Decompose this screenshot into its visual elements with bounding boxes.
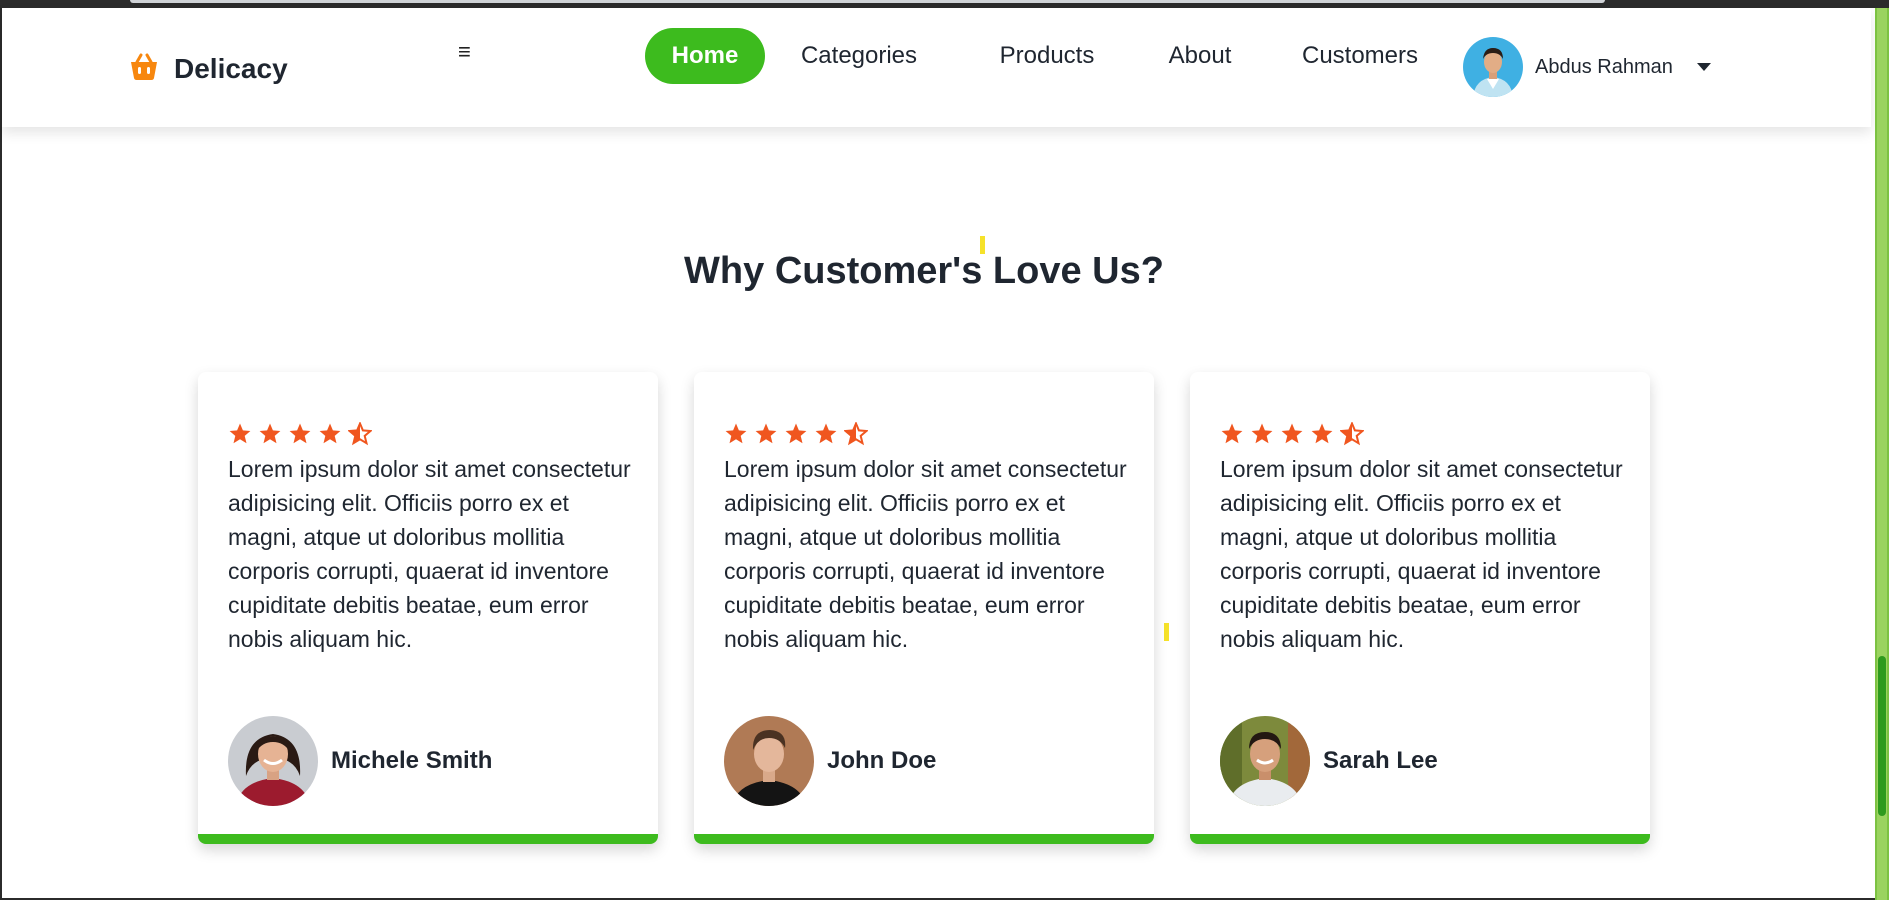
- nav-home[interactable]: Home: [645, 28, 765, 84]
- avatar: [724, 716, 814, 806]
- rating-stars: [1220, 422, 1370, 446]
- rating-stars: [228, 422, 378, 446]
- brand-name: Delicacy: [174, 52, 288, 84]
- testimonial-card: Lorem ipsum dolor sit amet consectetur a…: [694, 372, 1154, 844]
- star-icon: [1251, 423, 1273, 444]
- navbar: Delicacy ≡ Home Categories Products Abou…: [2, 8, 1871, 127]
- avatar: [1220, 716, 1310, 806]
- half-star-icon: [1340, 422, 1364, 446]
- cursor-highlight: [1164, 623, 1169, 641]
- nav-customers[interactable]: Customers: [1280, 28, 1440, 84]
- brand-logo[interactable]: Delicacy: [128, 50, 288, 87]
- nav-about[interactable]: About: [1150, 28, 1250, 84]
- review-text: Lorem ipsum dolor sit amet consectetur a…: [1220, 456, 1623, 652]
- star-icon: [815, 423, 837, 444]
- reviewer: John Doe: [724, 716, 936, 806]
- star-icon: [1281, 423, 1303, 444]
- nav-categories[interactable]: Categories: [784, 28, 934, 84]
- half-star-icon: [844, 422, 868, 446]
- star-icon: [319, 423, 341, 444]
- section-title: Why Customer's Love Us?: [684, 250, 1164, 292]
- star-icon: [289, 423, 311, 444]
- caret-down-icon[interactable]: [1696, 63, 1711, 71]
- cursor-highlight: [980, 236, 985, 254]
- browser-frame-top: [0, 0, 1889, 8]
- nav-products[interactable]: Products: [977, 28, 1117, 84]
- basket-icon: [128, 50, 160, 87]
- star-icon: [229, 423, 251, 444]
- star-icon: [1221, 423, 1243, 444]
- star-icon: [755, 423, 777, 444]
- user-menu[interactable]: Abdus Rahman: [1463, 37, 1711, 97]
- star-icon: [785, 423, 807, 444]
- star-icon: [259, 423, 281, 444]
- reviewer-name: Michele Smith: [331, 747, 493, 774]
- browser-frame-left: [0, 0, 2, 900]
- hamburger-icon[interactable]: ≡: [458, 41, 471, 63]
- browser-tab-edge: [130, 0, 1605, 3]
- reviewer: Sarah Lee: [1220, 716, 1438, 806]
- star-icon: [1311, 423, 1333, 444]
- review-text: Lorem ipsum dolor sit amet consectetur a…: [228, 456, 631, 652]
- rating-stars: [724, 422, 874, 446]
- half-star-icon: [348, 422, 372, 446]
- user-avatar[interactable]: [1463, 37, 1523, 97]
- review-text: Lorem ipsum dolor sit amet consectetur a…: [724, 456, 1127, 652]
- star-icon: [725, 423, 747, 444]
- reviewer: Michele Smith: [228, 716, 492, 806]
- scrollbar-thumb[interactable]: [1878, 656, 1886, 816]
- testimonial-card: Lorem ipsum dolor sit amet consectetur a…: [198, 372, 658, 844]
- reviewer-name: Sarah Lee: [1323, 747, 1438, 774]
- testimonial-card: Lorem ipsum dolor sit amet consectetur a…: [1190, 372, 1650, 844]
- reviewer-name: John Doe: [827, 747, 937, 774]
- avatar: [228, 716, 318, 806]
- user-name: Abdus Rahman: [1535, 55, 1673, 78]
